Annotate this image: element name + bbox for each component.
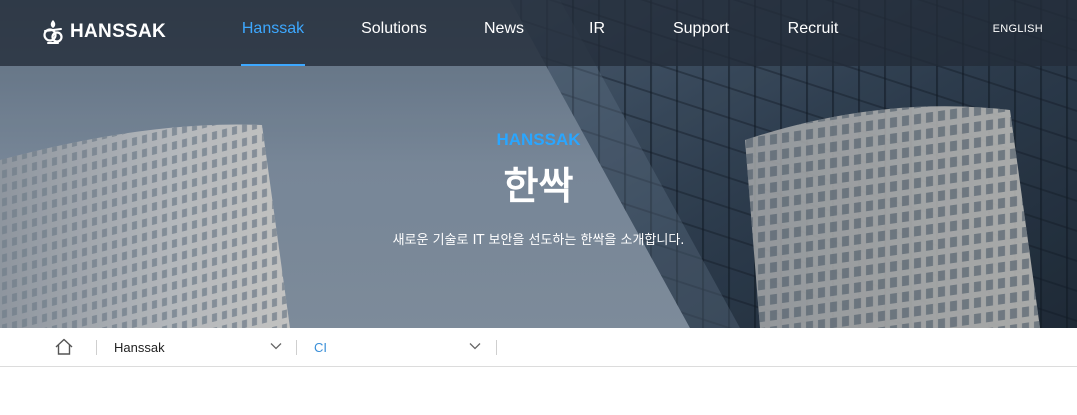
hero-title: 한싹: [503, 164, 574, 208]
logo-text: HANSSAK: [70, 21, 167, 42]
breadcrumb: Hanssak CI: [0, 328, 1077, 367]
breadcrumb-divider: [96, 340, 97, 355]
breadcrumb-item-label: Hanssak: [114, 340, 165, 355]
nav-item-hanssak[interactable]: Hanssak: [241, 20, 305, 66]
nav-item-recruit[interactable]: Recruit: [784, 20, 842, 66]
chevron-down-icon: [469, 343, 481, 350]
hero-subtitle: 새로운 기술로 IT 보안을 선도하는 한싹을 소개합니다.: [392, 233, 685, 248]
site-header: HANSSAK Hanssak Solutions News IR Suppor…: [0, 0, 1077, 66]
language-switch[interactable]: ENGLISH: [993, 23, 1043, 35]
breadcrumb-divider: [496, 340, 497, 355]
home-icon[interactable]: [54, 337, 74, 357]
hanssak-logo-icon: [43, 20, 63, 44]
breadcrumb-dropdown-ci[interactable]: CI: [314, 328, 482, 367]
nav-item-ir[interactable]: IR: [586, 20, 608, 66]
nav-item-solutions[interactable]: Solutions: [358, 20, 430, 66]
hero-eyebrow: HANSSAK: [496, 130, 581, 149]
nav-item-support[interactable]: Support: [668, 20, 734, 66]
breadcrumb-item-label: CI: [314, 340, 327, 355]
breadcrumb-divider: [296, 340, 297, 355]
nav-item-news[interactable]: News: [481, 20, 527, 66]
logo[interactable]: HANSSAK: [42, 17, 166, 47]
breadcrumb-dropdown-hanssak[interactable]: Hanssak: [114, 328, 282, 367]
chevron-down-icon: [270, 343, 282, 350]
